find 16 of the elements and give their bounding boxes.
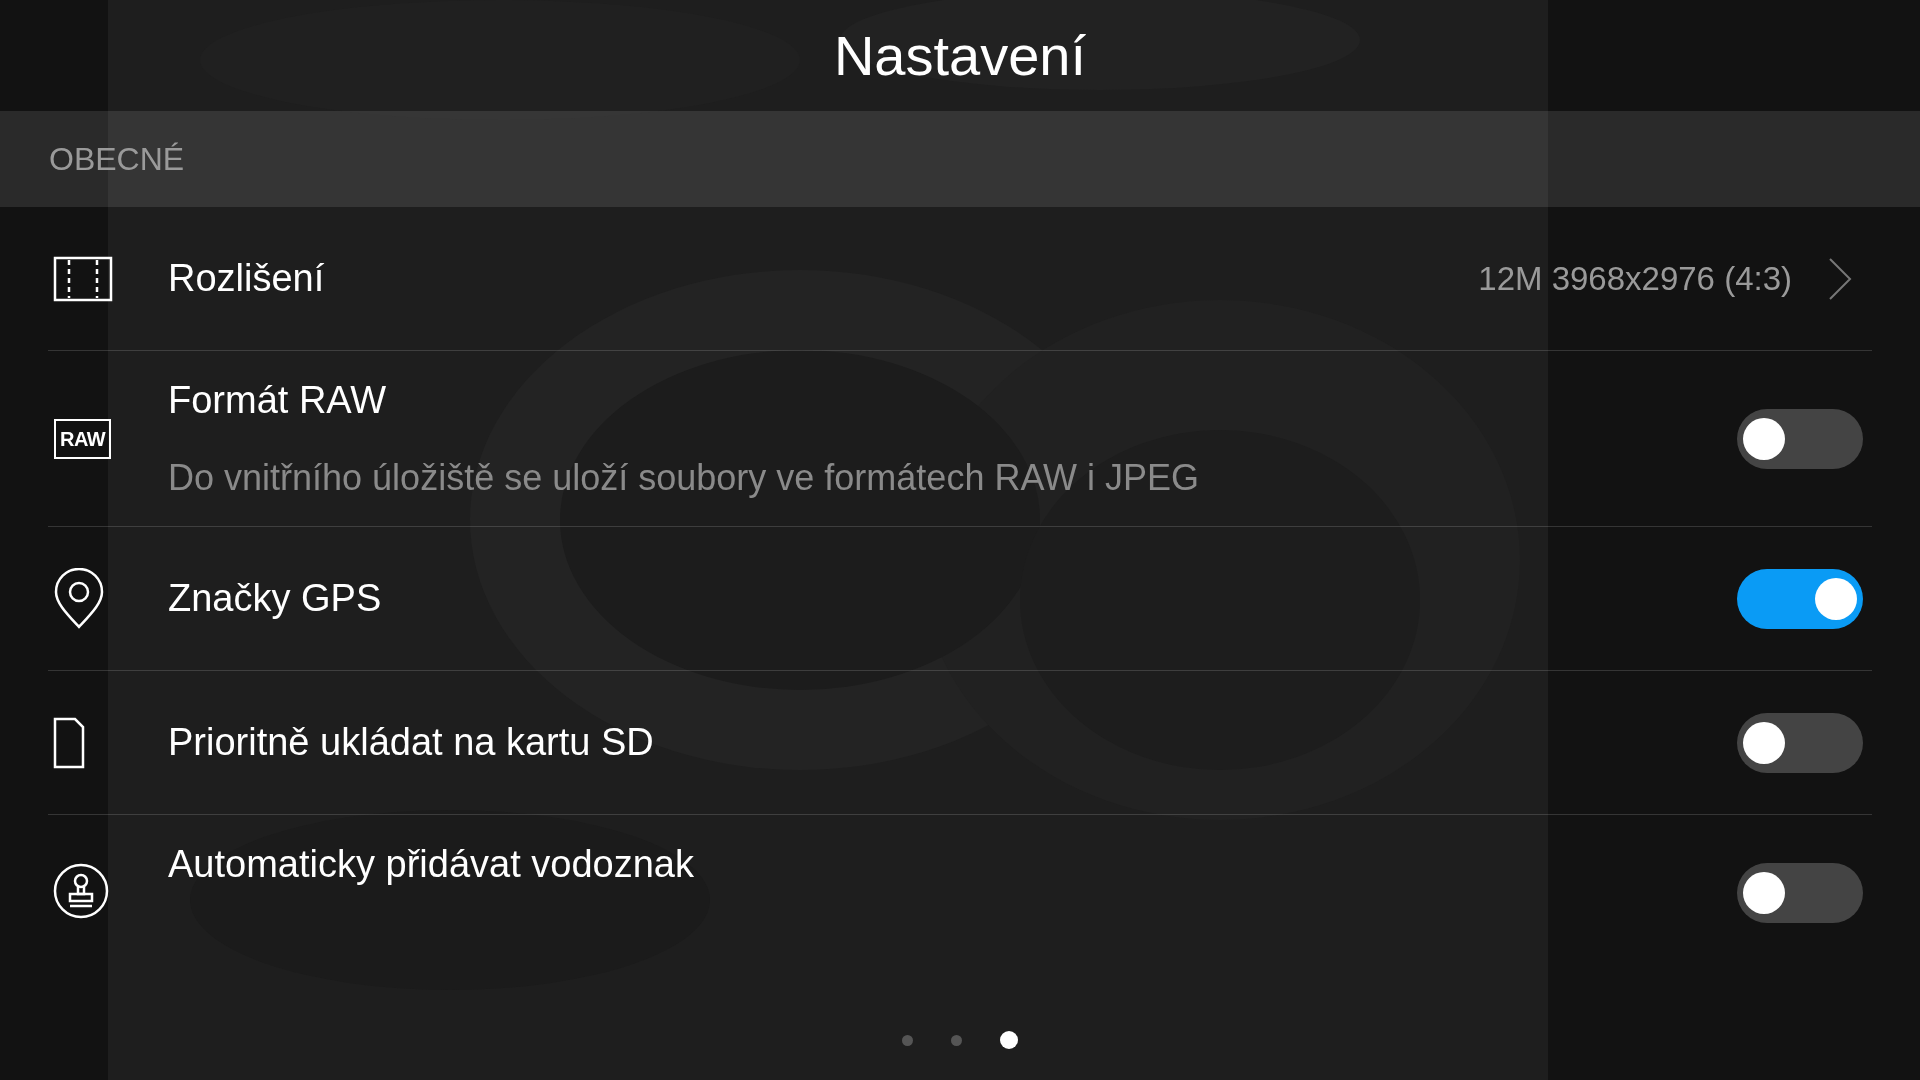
setting-label: Prioritně ukládat na kartu SD <box>168 719 655 765</box>
setting-value[interactable]: 12M 3968x2976 (4:3) <box>1478 253 1792 304</box>
section-header: OBECNÉ <box>49 140 185 179</box>
screen-title: Nastavení <box>833 22 1087 89</box>
setting-label: Automaticky přidávat vodoznak <box>168 842 695 887</box>
frame-icon <box>53 255 113 302</box>
setting-label: Značky GPS <box>168 575 383 621</box>
chevron-right-icon <box>1828 256 1852 301</box>
setting-label: Formát RAW <box>168 378 388 424</box>
stamp-icon <box>53 863 109 919</box>
toggle-switch[interactable] <box>1737 863 1863 923</box>
raw-icon: RAW <box>54 418 112 459</box>
sd-card-icon <box>53 716 85 769</box>
location-pin-icon <box>53 567 105 630</box>
setting-description: Do vnitřního úložiště se uloží soubory ve formátech RAW i JPEG <box>168 455 1201 500</box>
setting-label: Rozlišení <box>168 255 326 301</box>
